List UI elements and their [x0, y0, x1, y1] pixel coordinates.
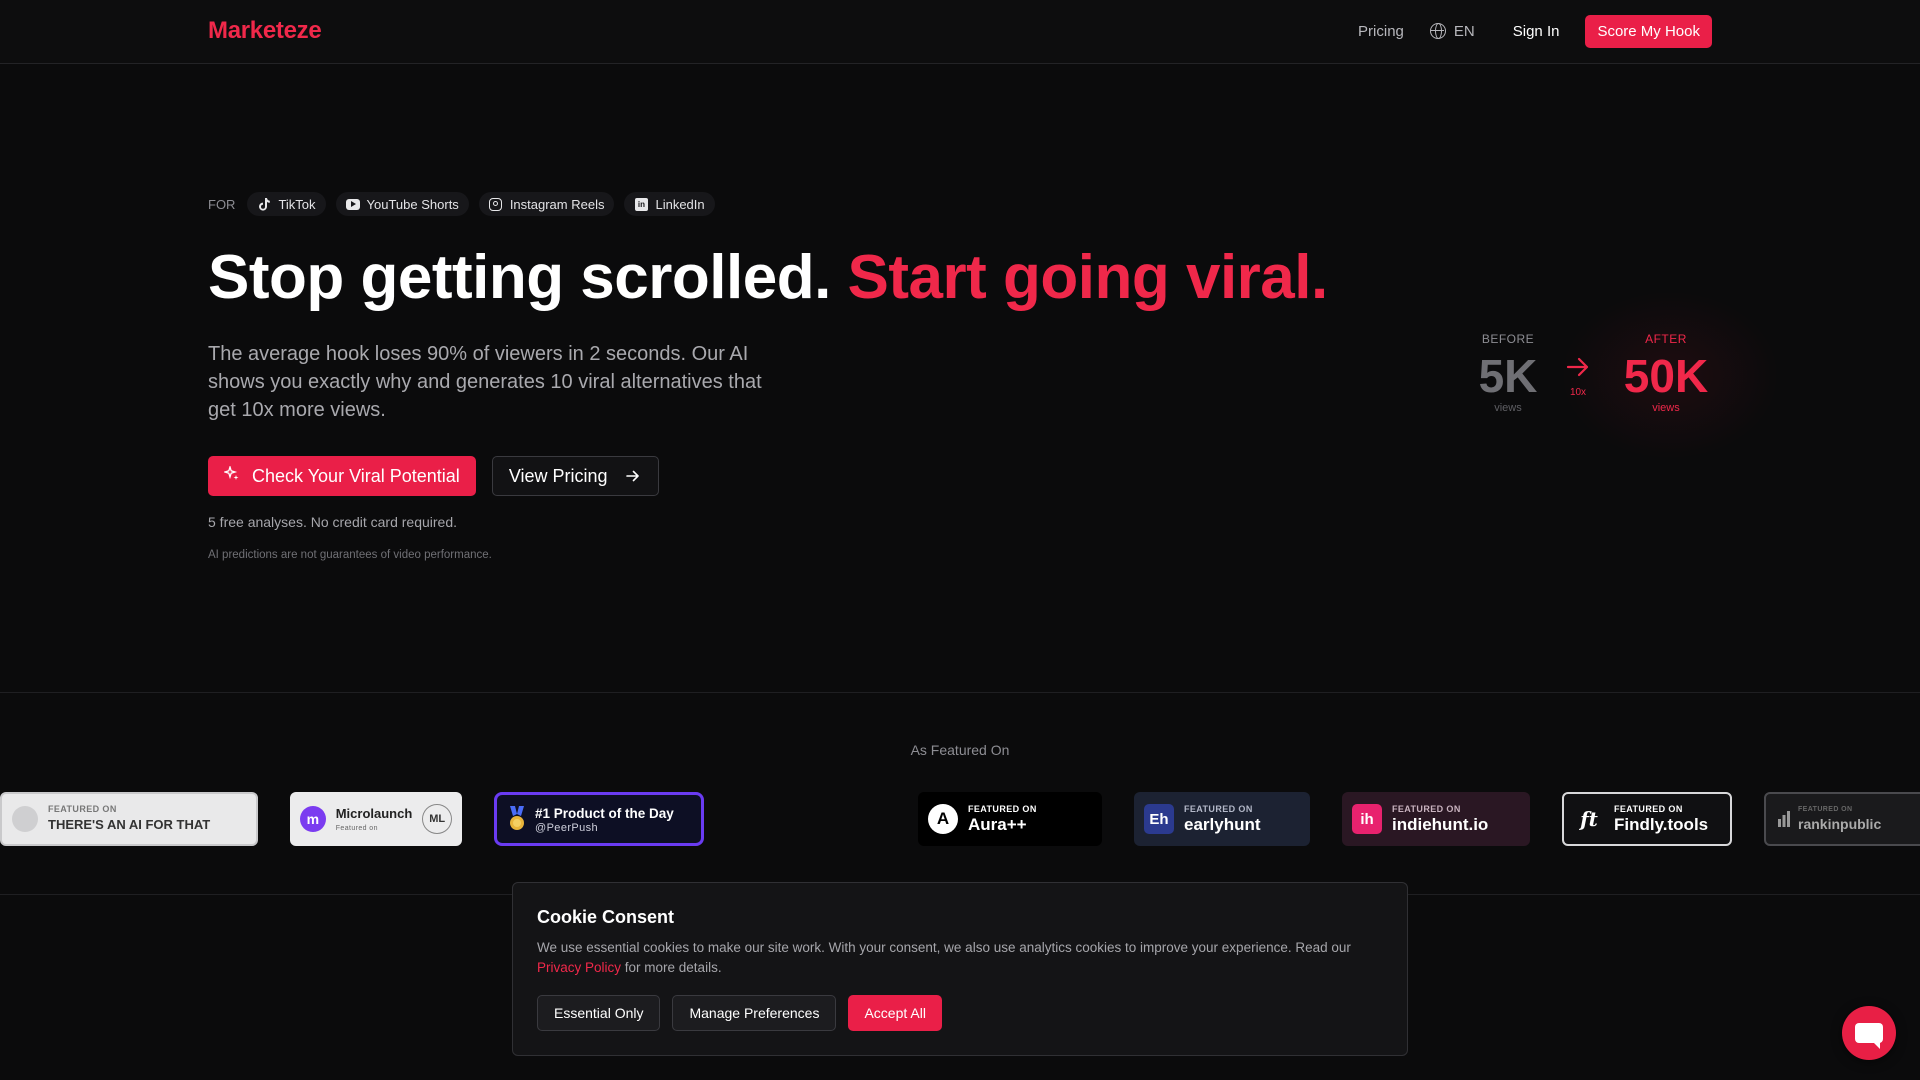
- before-sub: views: [1494, 402, 1522, 414]
- chip-youtube-shorts: YouTube Shorts: [335, 192, 469, 216]
- microlaunch-logo-icon: m: [300, 806, 326, 832]
- platform-row: FOR TikTok YouTube Shorts Instagram Reel…: [208, 192, 715, 216]
- badge-small: FEATURED ON: [1614, 804, 1683, 814]
- chip-label: Instagram Reels: [509, 196, 605, 212]
- badge-small: FEATURED ON: [1392, 804, 1461, 814]
- free-analyses-note: 5 free analyses. No credit card required…: [208, 514, 458, 530]
- accept-all-button[interactable]: Accept All: [848, 995, 942, 1031]
- findly-logo-icon: ft: [1580, 807, 1598, 831]
- nav-pricing-link[interactable]: Pricing: [1358, 23, 1404, 40]
- manage-preferences-button[interactable]: Manage Preferences: [672, 995, 837, 1031]
- chat-icon: [1855, 1023, 1883, 1049]
- badge-big: THERE'S AN AI FOR THAT: [48, 817, 211, 832]
- arrow-right-icon: [1566, 357, 1589, 377]
- badge-small: Featured on: [335, 825, 378, 832]
- badge-big: Microlaunch: [335, 806, 413, 821]
- arrow-right-icon: [625, 466, 640, 487]
- badge-big: Findly.tools: [1614, 815, 1709, 834]
- hero-title: Stop getting scrolled. Start going viral…: [208, 242, 1328, 313]
- youtube-icon: [345, 197, 360, 211]
- check-viral-potential-button[interactable]: Check Your Viral Potential: [208, 456, 476, 496]
- badge-small: FEATURED ON: [1184, 804, 1253, 814]
- hero-cta-row: Check Your Viral Potential View Pricing: [208, 456, 659, 496]
- stat-arrow: 10x: [1566, 356, 1590, 398]
- multiplier-label: 10x: [1569, 387, 1587, 398]
- privacy-policy-link[interactable]: Privacy Policy: [537, 960, 621, 975]
- ai-disclaimer: AI predictions are not guarantees of vid…: [208, 549, 492, 561]
- score-my-hook-button[interactable]: Score My Hook: [1585, 14, 1712, 48]
- section-divider: [0, 692, 1920, 693]
- stat-before: BEFORE 5K views: [1474, 332, 1542, 414]
- for-label: FOR: [208, 196, 236, 212]
- essential-only-button[interactable]: Essential Only: [537, 995, 661, 1031]
- cookie-consent-dialog: Cookie Consent We use essential cookies …: [512, 882, 1408, 1056]
- featured-label: As Featured On: [910, 742, 1010, 758]
- cookie-buttons: Essential Only Manage Preferences Accept…: [537, 995, 942, 1031]
- chat-launcher-button[interactable]: [1842, 1006, 1896, 1060]
- badge-microlaunch[interactable]: m Microlaunch Featured on ML: [290, 792, 462, 846]
- instagram-icon: [489, 197, 503, 211]
- badge-indiehunt[interactable]: ih FEATURED ON indiehunt.io: [1342, 792, 1530, 846]
- chip-tiktok: TikTok: [247, 192, 326, 216]
- chip-instagram-reels: Instagram Reels: [478, 192, 615, 216]
- chip-label: YouTube Shorts: [366, 196, 459, 212]
- indiehunt-logo-icon: ih: [1352, 804, 1382, 834]
- badge-big: Aura++: [968, 815, 1027, 834]
- secondary-cta-label: View Pricing: [508, 465, 608, 486]
- linkedin-icon: in: [634, 197, 648, 211]
- ml-seal: ML: [422, 804, 452, 834]
- badge-big: rankinpublic: [1798, 816, 1882, 832]
- cookie-text: We use essential cookies to make our sit…: [537, 938, 1383, 978]
- hero-description: The average hook loses 90% of viewers in…: [208, 343, 762, 421]
- medal-icon: [507, 805, 527, 833]
- aura-logo-icon: A: [928, 804, 958, 834]
- after-sub: views: [1652, 402, 1680, 414]
- sign-in-link[interactable]: Sign In: [1513, 23, 1560, 40]
- badge-small: @PeerPush: [535, 822, 599, 834]
- badge-big: #1 Product of the Day: [535, 806, 674, 821]
- rankinpublic-logo-icon: [1776, 804, 1792, 834]
- aift-logo-icon: [12, 806, 38, 832]
- chip-linkedin: in LinkedIn: [624, 192, 715, 216]
- sparkle-icon: [222, 464, 240, 487]
- cookie-text-before: We use essential cookies to make our sit…: [537, 940, 1351, 955]
- badge-big: indiehunt.io: [1392, 815, 1489, 834]
- stat-after: AFTER 50K views: [1616, 332, 1716, 414]
- badge-rankinpublic[interactable]: FEATURED ON rankinpublic: [1764, 792, 1920, 846]
- badge-small: FEATURED ON: [1798, 806, 1853, 813]
- badge-aura[interactable]: A FEATURED ON Aura++: [918, 792, 1102, 846]
- badge-theres-an-ai-for-that[interactable]: FEATURED ON THERE'S AN AI FOR THAT: [0, 792, 258, 846]
- chip-label: TikTok: [278, 196, 316, 212]
- hero-title-main: Stop getting scrolled.: [208, 243, 831, 312]
- primary-cta-label: Check Your Viral Potential: [252, 465, 460, 486]
- language-selector[interactable]: EN: [1429, 22, 1475, 40]
- badge-big: earlyhunt: [1184, 815, 1261, 834]
- language-label: EN: [1453, 22, 1475, 40]
- after-label: AFTER: [1645, 332, 1687, 346]
- badge-earlyhunt[interactable]: Eh FEATURED ON earlyhunt: [1134, 792, 1310, 846]
- brand-logo[interactable]: Marketeze: [208, 17, 322, 45]
- site-header: Marketeze Pricing EN Sign In Score My Ho…: [0, 0, 1920, 64]
- after-value: 50K: [1623, 350, 1709, 402]
- badge-findly[interactable]: ft FEATURED ON Findly.tools: [1562, 792, 1732, 846]
- hero-title-accent: Start going viral.: [847, 243, 1329, 312]
- badge-peerpush[interactable]: #1 Product of the Day @PeerPush: [494, 792, 704, 846]
- chip-label: LinkedIn: [655, 196, 705, 212]
- tiktok-icon: [257, 197, 271, 211]
- cookie-title: Cookie Consent: [537, 907, 675, 927]
- cookie-text-after: for more details.: [621, 960, 722, 975]
- badge-small: FEATURED ON: [48, 804, 117, 814]
- badge-small: FEATURED ON: [968, 804, 1037, 814]
- globe-icon: [1429, 23, 1446, 39]
- before-label: BEFORE: [1481, 332, 1535, 346]
- before-value: 5K: [1478, 350, 1538, 402]
- earlyhunt-logo-icon: Eh: [1144, 804, 1174, 834]
- top-nav: Pricing EN Sign In Score My Hook: [1358, 14, 1712, 48]
- view-pricing-button[interactable]: View Pricing: [491, 456, 659, 496]
